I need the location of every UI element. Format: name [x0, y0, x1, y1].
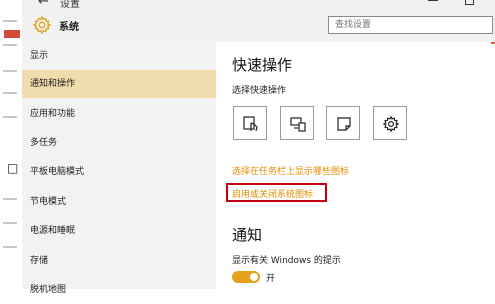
quick-action-note-button[interactable]	[326, 106, 360, 140]
settings-icon	[382, 115, 400, 133]
sidebar: 显示 通知和操作 应用和功能 多任务 平板电脑模式 节电模式 电源和睡眠 存储 …	[22, 42, 216, 295]
sidebar-item-tablet-mode[interactable]: 平板电脑模式	[22, 158, 216, 186]
edge-mark	[3, 116, 17, 118]
window-title: 设置	[60, 0, 80, 10]
page-title: 系统	[59, 22, 79, 33]
edge-mark	[3, 70, 17, 72]
edge-mark	[3, 20, 17, 22]
edge-mark	[3, 198, 17, 200]
sidebar-item-display[interactable]: 显示	[22, 42, 216, 70]
edge-mark	[3, 92, 17, 94]
notifications-title: 通知	[232, 226, 263, 244]
note-icon	[337, 117, 351, 131]
taskbar-icons-link[interactable]: 选择在任务栏上显示哪些图标	[232, 164, 349, 177]
sidebar-item-apps[interactable]: 应用和功能	[22, 100, 216, 128]
quick-action-tablet-mode-button[interactable]	[233, 106, 267, 140]
windows-tips-toggle[interactable]	[232, 271, 260, 283]
sidebar-item-notifications[interactable]: 通知和操作	[22, 70, 216, 98]
edge-mark	[3, 222, 17, 224]
left-cropped-edge: □	[0, 0, 23, 289]
windows-tips-label: 显示有关 Windows 的提示	[232, 256, 341, 266]
connect-icon	[290, 117, 306, 132]
tablet-mode-icon	[243, 116, 258, 132]
gear-icon	[32, 15, 52, 35]
toggle-state-label: 开	[266, 274, 276, 284]
toggle-knob	[250, 273, 258, 281]
sidebar-item-power-sleep[interactable]: 电源和睡眠	[22, 217, 216, 245]
edge-mark	[3, 246, 17, 248]
header: 系统	[22, 10, 495, 42]
quick-actions-title: 快速操作	[232, 56, 293, 74]
edge-red-mark	[4, 30, 20, 38]
sidebar-item-multitasking[interactable]: 多任务	[22, 129, 216, 157]
sidebar-item-storage[interactable]: 存储	[22, 247, 216, 275]
minimize-button[interactable]	[428, 0, 438, 1]
search-input[interactable]	[328, 16, 493, 34]
quick-actions-subtitle: 选择快速操作	[232, 86, 287, 96]
edge-mark	[3, 44, 17, 46]
sidebar-item-battery-saver[interactable]: 节电模式	[22, 188, 216, 216]
sidebar-item-offline-maps[interactable]: 脱机地图	[22, 276, 216, 304]
system-icons-link[interactable]: 启用或关闭系统图标	[232, 187, 313, 200]
maximize-button[interactable]	[465, 0, 474, 5]
quick-action-settings-button[interactable]	[373, 106, 407, 140]
title-bar: ← 设置	[22, 0, 495, 10]
edge-glyph: □	[7, 161, 19, 175]
quick-action-connect-button[interactable]	[280, 106, 314, 140]
back-button[interactable]: ←	[38, 0, 49, 9]
